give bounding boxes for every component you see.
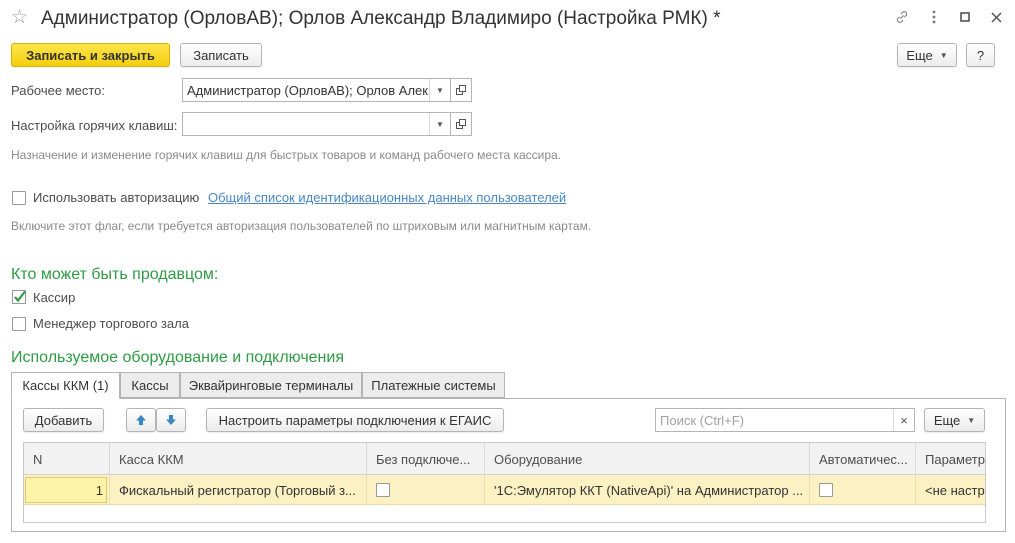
table-row[interactable]: 1 Фискальный регистратор (Торговый з... …	[24, 475, 985, 505]
floor-manager-checkbox[interactable]	[12, 317, 26, 331]
tab-acquiring-terminals[interactable]: Эквайринговые терминалы	[180, 372, 362, 398]
automatic-checkbox[interactable]	[819, 483, 833, 497]
cell-equipment[interactable]: '1С:Эмулятор ККТ (NativeApi)' на Админис…	[485, 475, 810, 505]
no-connection-checkbox[interactable]	[376, 483, 390, 497]
tab-kkm-registers[interactable]: Кассы ККМ (1)	[11, 372, 120, 399]
use-auth-checkbox[interactable]	[12, 191, 26, 205]
cashier-checkbox[interactable]	[12, 290, 26, 304]
clear-search-icon[interactable]: ×	[893, 409, 914, 431]
save-and-close-button[interactable]: Записать и закрыть	[11, 43, 170, 67]
chevron-down-icon: ▼	[939, 50, 948, 60]
column-header-params[interactable]: Параметры	[916, 443, 985, 475]
hotkeys-label: Настройка горячих клавиш:	[11, 118, 178, 133]
more-menu-label: Еще	[906, 47, 933, 63]
window-title: Администратор (ОрловАВ); Орлов Александр…	[41, 8, 721, 29]
move-up-button[interactable]	[126, 408, 156, 432]
arrow-up-icon	[136, 415, 146, 425]
hotkeys-hint: Назначение и изменение горячих клавиш дл…	[11, 148, 562, 162]
search-input[interactable]	[656, 412, 893, 428]
more-options-icon[interactable]	[925, 8, 943, 26]
column-header-no-connection[interactable]: Без подключе...	[367, 443, 485, 475]
hotkeys-open-button[interactable]	[451, 112, 472, 136]
user-ids-list-link[interactable]: Общий список идентификационных данных по…	[208, 190, 566, 205]
workplace-label: Рабочее место:	[11, 83, 106, 98]
table-more-label: Еще	[933, 412, 961, 428]
floor-manager-label: Менеджер торгового зала	[33, 316, 189, 331]
favorite-star-icon[interactable]: ☆	[11, 7, 28, 29]
cell-n-value: 1	[95, 482, 103, 498]
equipment-section-title: Используемое оборудование и подключения	[11, 349, 344, 366]
open-window-icon	[455, 118, 466, 129]
use-auth-label: Использовать авторизацию	[33, 190, 200, 205]
link-icon[interactable]	[893, 8, 911, 26]
chevron-down-icon: ▼	[967, 415, 976, 425]
column-header-kassa[interactable]: Касса ККМ	[110, 443, 367, 475]
cell-no-connection[interactable]	[367, 475, 485, 505]
registers-table: N Касса ККМ Без подключе... Оборудование…	[23, 442, 986, 523]
tab-payment-systems[interactable]: Платежные системы	[362, 372, 505, 398]
save-button[interactable]: Записать	[180, 43, 262, 67]
more-menu-button[interactable]: Еще ▼	[897, 43, 957, 67]
maximize-icon[interactable]	[956, 8, 974, 26]
open-window-icon	[455, 84, 466, 95]
search-field[interactable]: ×	[655, 408, 915, 432]
check-icon	[12, 290, 26, 304]
arrow-down-icon	[166, 415, 176, 425]
workplace-field[interactable]: Администратор (ОрловАВ); Орлов Алек ▼	[182, 78, 451, 102]
dropdown-arrow-icon[interactable]: ▼	[429, 113, 450, 135]
auth-hint: Включите этот флаг, если требуется автор…	[11, 219, 592, 233]
column-header-equipment[interactable]: Оборудование	[485, 443, 810, 475]
close-icon[interactable]	[987, 8, 1005, 26]
workplace-open-button[interactable]	[451, 78, 472, 102]
egais-settings-button[interactable]: Настроить параметры подключения к ЕГАИС	[206, 408, 504, 432]
cashier-label: Кассир	[33, 290, 76, 305]
cell-params[interactable]: <не настр	[916, 475, 985, 505]
cell-n[interactable]: 1	[24, 475, 110, 505]
move-down-button[interactable]	[156, 408, 186, 432]
help-button[interactable]: ?	[966, 43, 995, 67]
dropdown-arrow-icon[interactable]: ▼	[429, 79, 450, 101]
cell-automatic[interactable]	[810, 475, 916, 505]
add-button[interactable]: Добавить	[23, 408, 104, 432]
hotkeys-field[interactable]: ▼	[182, 112, 451, 136]
column-header-automatic[interactable]: Автоматичес...	[810, 443, 916, 475]
workplace-value: Администратор (ОрловАВ); Орлов Алек	[187, 82, 428, 98]
table-more-button[interactable]: Еще ▼	[924, 408, 985, 432]
cell-kassa[interactable]: Фискальный регистратор (Торговый з...	[110, 475, 367, 505]
column-header-n[interactable]: N	[24, 443, 110, 475]
seller-section-title: Кто может быть продавцом:	[11, 266, 219, 283]
table-header: N Касса ККМ Без подключе... Оборудование…	[24, 443, 985, 475]
tab-registers[interactable]: Кассы	[120, 372, 180, 398]
